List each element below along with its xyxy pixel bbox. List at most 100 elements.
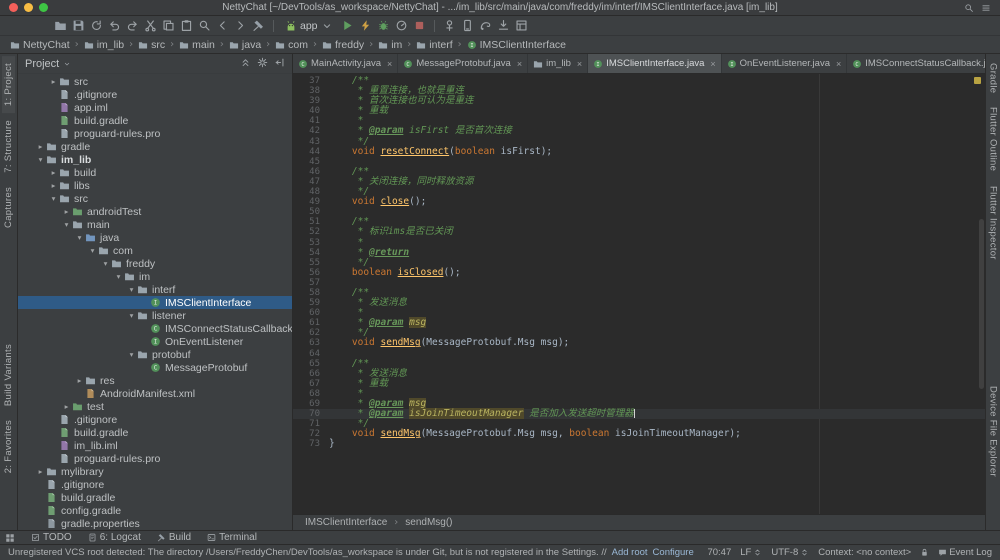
tree-item-androidtest[interactable]: ▸androidTest xyxy=(18,205,292,218)
context-widget[interactable]: Context: <no context> xyxy=(818,547,911,558)
editor-tab-imsclientinterface-java[interactable]: IIMSClientInterface.java× xyxy=(588,54,721,73)
expand-arrow-icon[interactable]: ▸ xyxy=(35,467,46,476)
collapse-arrow-icon[interactable]: ▾ xyxy=(48,194,59,203)
line-number[interactable]: 49 xyxy=(293,197,329,207)
open-button[interactable] xyxy=(52,17,69,34)
line-number[interactable]: 59 xyxy=(293,298,329,308)
line-number[interactable]: 60 xyxy=(293,308,329,318)
line-number[interactable]: 45 xyxy=(293,157,329,167)
line-number[interactable]: 65 xyxy=(293,359,329,369)
run-config-selector[interactable]: app xyxy=(280,17,338,34)
tree-item-build-gradle[interactable]: build.gradle xyxy=(18,491,292,504)
line-number[interactable]: 46 xyxy=(293,167,329,177)
forward-button[interactable] xyxy=(232,17,249,34)
status-link-configure[interactable]: Configure xyxy=(653,547,694,558)
line-number[interactable]: 50 xyxy=(293,207,329,217)
tool-tab-7-structure[interactable]: 7: Structure xyxy=(2,113,15,180)
expand-arrow-icon[interactable]: ▸ xyxy=(48,77,59,86)
line-number[interactable]: 72 xyxy=(293,429,329,439)
line-number[interactable]: 62 xyxy=(293,328,329,338)
build-hammer-button[interactable] xyxy=(250,17,267,34)
breadcrumb-interf[interactable]: interf xyxy=(414,39,454,51)
line-number[interactable]: 55 xyxy=(293,258,329,268)
tree-item-src[interactable]: ▾src xyxy=(18,192,292,205)
menu-icon[interactable] xyxy=(981,3,991,13)
code-editor[interactable]: 37 /**38 * 重置连接，也就是重连39 * 首次连接也可认为是重连40 … xyxy=(293,74,985,514)
tool-tab-build[interactable]: Build xyxy=(149,531,199,544)
line-number[interactable]: 68 xyxy=(293,389,329,399)
code-text[interactable]: void resetConnect(boolean isFirst); xyxy=(329,147,552,157)
line-number[interactable]: 38 xyxy=(293,86,329,96)
tree-item-proguard-rules-pro[interactable]: proguard-rules.pro xyxy=(18,452,292,465)
copy-button[interactable] xyxy=(160,17,177,34)
tree-item-com[interactable]: ▾com xyxy=(18,244,292,257)
expand-arrow-icon[interactable]: ▸ xyxy=(74,376,85,385)
breadcrumb-sendmsg[interactable]: sendMsg() xyxy=(405,517,452,528)
tree-item-freddy[interactable]: ▾freddy xyxy=(18,257,292,270)
expand-arrow-icon[interactable]: ▸ xyxy=(61,402,72,411)
tree-item-src[interactable]: ▸src xyxy=(18,75,292,88)
code-text[interactable]: boolean isClosed(); xyxy=(329,268,461,278)
line-number[interactable]: 41 xyxy=(293,116,329,126)
tree-item-gitignore[interactable]: .gitignore xyxy=(18,413,292,426)
line-number[interactable]: 47 xyxy=(293,177,329,187)
line-number[interactable]: 64 xyxy=(293,349,329,359)
breadcrumb-im[interactable]: im xyxy=(376,39,404,51)
redo-button[interactable] xyxy=(124,17,141,34)
tree-item-build-gradle[interactable]: build.gradle xyxy=(18,426,292,439)
editor-tab-messageprotobuf-java[interactable]: CMessageProtobuf.java× xyxy=(398,54,528,73)
tree-item-imsconnectstatuscallback[interactable]: CIMSConnectStatusCallback xyxy=(18,322,292,335)
tree-item-java[interactable]: ▾java xyxy=(18,231,292,244)
avd-manager-button[interactable] xyxy=(459,17,476,34)
breadcrumb-imsclientinterface[interactable]: IIMSClientInterface xyxy=(465,39,568,51)
line-number[interactable]: 61 xyxy=(293,318,329,328)
expand-arrow-icon[interactable]: ▸ xyxy=(48,168,59,177)
expand-arrow-icon[interactable]: ▸ xyxy=(35,142,46,151)
tree-item-im-lib[interactable]: ▾im_lib xyxy=(18,153,292,166)
tree-item-gitignore[interactable]: .gitignore xyxy=(18,478,292,491)
tree-item-libs[interactable]: ▸libs xyxy=(18,179,292,192)
close-tab-icon[interactable]: × xyxy=(577,59,582,69)
code-text[interactable]: void sendMsg(MessageProtobuf.Msg msg); xyxy=(329,338,569,348)
close-tab-icon[interactable]: × xyxy=(836,59,841,69)
save-button[interactable] xyxy=(70,17,87,34)
breadcrumb-imsclientinterface[interactable]: IMSClientInterface xyxy=(305,517,387,528)
hide-button[interactable] xyxy=(274,57,285,71)
tree-item-app-iml[interactable]: app.iml xyxy=(18,101,292,114)
close-tab-icon[interactable]: × xyxy=(710,59,715,69)
editor-tab-imsconnectstatuscallback-java[interactable]: CIMSConnectStatusCallback.java× xyxy=(847,54,985,73)
line-number[interactable]: 39 xyxy=(293,96,329,106)
tree-item-test[interactable]: ▸test xyxy=(18,400,292,413)
toolwindow-switcher-icon[interactable] xyxy=(5,533,15,543)
gear-button[interactable] xyxy=(257,57,268,71)
attach-button[interactable] xyxy=(441,17,458,34)
code-text[interactable]: } xyxy=(329,439,335,449)
lock-icon[interactable] xyxy=(920,548,929,557)
tool-tab-device-file-explorer[interactable]: Device File Explorer xyxy=(987,379,1000,484)
line-number[interactable]: 63 xyxy=(293,338,329,348)
line-number[interactable]: 56 xyxy=(293,268,329,278)
gradle-sync-button[interactable] xyxy=(477,17,494,34)
sync-button[interactable] xyxy=(88,17,105,34)
line-ending-widget[interactable]: LF xyxy=(740,547,762,558)
code-text[interactable]: void sendMsg(MessageProtobuf.Msg msg, bo… xyxy=(329,429,741,439)
tool-tab-todo[interactable]: TODO xyxy=(23,531,80,544)
line-number[interactable]: 44 xyxy=(293,147,329,157)
collapse-arrow-icon[interactable]: ▾ xyxy=(61,220,72,229)
close-tab-icon[interactable]: × xyxy=(517,59,522,69)
close-tab-icon[interactable]: × xyxy=(387,59,392,69)
cut-button[interactable] xyxy=(142,17,159,34)
tool-tab-2-favorites[interactable]: 2: Favorites xyxy=(2,413,15,480)
line-number[interactable]: 73 xyxy=(293,439,329,449)
code-text[interactable]: * @param isJoinTimeoutManager 是否加入发送超时管理… xyxy=(329,409,635,419)
line-number[interactable]: 48 xyxy=(293,187,329,197)
tree-item-gitignore[interactable]: .gitignore xyxy=(18,88,292,101)
tree-item-im[interactable]: ▾im xyxy=(18,270,292,283)
tree-item-gradle[interactable]: ▸gradle xyxy=(18,140,292,153)
breadcrumb-com[interactable]: com xyxy=(273,39,310,51)
code-text[interactable]: void close(); xyxy=(329,197,426,207)
breadcrumb-freddy[interactable]: freddy xyxy=(320,39,366,51)
breadcrumb-nettychat[interactable]: NettyChat xyxy=(8,39,72,51)
find-button[interactable] xyxy=(196,17,213,34)
breadcrumb-im-lib[interactable]: im_lib xyxy=(82,39,126,51)
